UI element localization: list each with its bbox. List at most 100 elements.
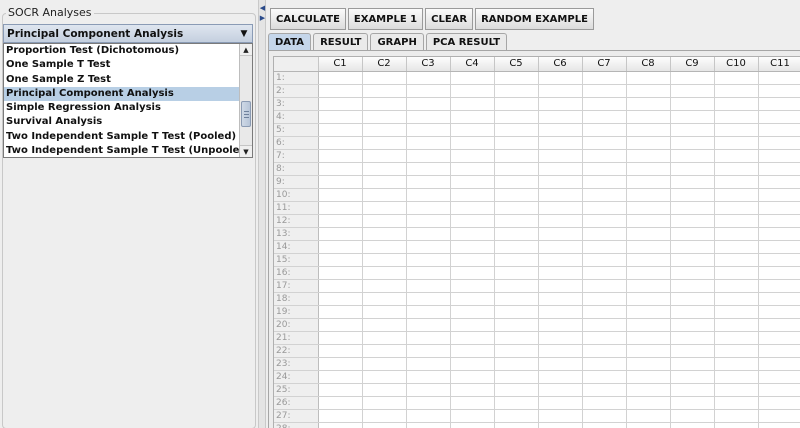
table-cell[interactable] <box>670 344 715 358</box>
table-cell[interactable] <box>318 422 363 428</box>
arrow-down-icon[interactable]: ▼ <box>240 145 252 157</box>
table-cell[interactable] <box>582 240 627 254</box>
table-cell[interactable] <box>626 136 671 150</box>
table-cell[interactable] <box>362 149 407 163</box>
table-cell[interactable] <box>362 162 407 176</box>
table-cell[interactable] <box>582 292 627 306</box>
table-cell[interactable] <box>714 344 759 358</box>
table-cell[interactable] <box>714 123 759 137</box>
table-cell[interactable] <box>406 188 451 202</box>
table-cell[interactable] <box>362 422 407 428</box>
table-cell[interactable] <box>670 253 715 267</box>
list-item-two-independent-sample-t-test-unpooled[interactable]: Two Independent Sample T Test (Unpooled) <box>4 144 239 157</box>
table-cell[interactable] <box>714 383 759 397</box>
table-cell[interactable] <box>494 409 539 423</box>
table-cell[interactable] <box>670 175 715 189</box>
table-cell[interactable] <box>318 305 363 319</box>
table-cell[interactable] <box>362 227 407 241</box>
table-cell[interactable] <box>538 240 583 254</box>
table-cell[interactable] <box>626 175 671 189</box>
table-cell[interactable] <box>670 370 715 384</box>
table-cell[interactable] <box>670 292 715 306</box>
table-cell[interactable] <box>362 370 407 384</box>
table-cell[interactable] <box>714 331 759 345</box>
table-cell[interactable] <box>362 175 407 189</box>
table-cell[interactable] <box>318 279 363 293</box>
table-cell[interactable] <box>714 370 759 384</box>
table-cell[interactable] <box>494 344 539 358</box>
table-cell[interactable] <box>450 396 495 410</box>
table-cell[interactable] <box>714 214 759 228</box>
arrow-up-icon[interactable]: ▲ <box>240 44 252 56</box>
table-cell[interactable] <box>714 279 759 293</box>
table-cell[interactable] <box>450 409 495 423</box>
table-cell[interactable] <box>494 136 539 150</box>
table-cell[interactable] <box>406 370 451 384</box>
table-cell[interactable] <box>538 409 583 423</box>
table-cell[interactable] <box>362 201 407 215</box>
table-cell[interactable] <box>626 214 671 228</box>
table-cell[interactable] <box>758 253 800 267</box>
list-item-one-sample-t-test[interactable]: One Sample T Test <box>4 58 239 72</box>
table-cell[interactable] <box>538 175 583 189</box>
table-cell[interactable] <box>538 188 583 202</box>
table-cell[interactable] <box>758 370 800 384</box>
table-cell[interactable] <box>406 136 451 150</box>
table-cell[interactable] <box>450 331 495 345</box>
table-cell[interactable] <box>494 149 539 163</box>
table-cell[interactable] <box>494 422 539 428</box>
table-cell[interactable] <box>758 214 800 228</box>
table-cell[interactable] <box>494 97 539 111</box>
table-cell[interactable] <box>626 383 671 397</box>
table-cell[interactable] <box>670 149 715 163</box>
table-cell[interactable] <box>582 266 627 280</box>
table-cell[interactable] <box>406 97 451 111</box>
table-cell[interactable] <box>494 370 539 384</box>
table-cell[interactable] <box>406 318 451 332</box>
table-cell[interactable] <box>494 396 539 410</box>
table-cell[interactable] <box>538 214 583 228</box>
table-cell[interactable] <box>362 318 407 332</box>
table-cell[interactable] <box>494 240 539 254</box>
table-cell[interactable] <box>670 227 715 241</box>
table-cell[interactable] <box>670 279 715 293</box>
column-header[interactable]: C9 <box>670 57 715 72</box>
column-header[interactable]: C6 <box>538 57 583 72</box>
table-cell[interactable] <box>714 110 759 124</box>
table-cell[interactable] <box>626 370 671 384</box>
table-cell[interactable] <box>670 357 715 371</box>
list-item-simple-regression-analysis[interactable]: Simple Regression Analysis <box>4 101 239 115</box>
table-cell[interactable] <box>670 266 715 280</box>
table-cell[interactable] <box>318 149 363 163</box>
table-cell[interactable] <box>714 318 759 332</box>
table-cell[interactable] <box>450 318 495 332</box>
table-cell[interactable] <box>626 344 671 358</box>
table-cell[interactable] <box>626 318 671 332</box>
table-cell[interactable] <box>670 422 715 428</box>
table-cell[interactable] <box>406 357 451 371</box>
table-cell[interactable] <box>450 370 495 384</box>
table-cell[interactable] <box>450 201 495 215</box>
table-cell[interactable] <box>406 279 451 293</box>
table-cell[interactable] <box>670 383 715 397</box>
table-cell[interactable] <box>406 292 451 306</box>
table-cell[interactable] <box>494 110 539 124</box>
table-cell[interactable] <box>362 279 407 293</box>
table-cell[interactable] <box>670 123 715 137</box>
table-cell[interactable] <box>494 383 539 397</box>
table-cell[interactable] <box>714 253 759 267</box>
table-cell[interactable] <box>758 240 800 254</box>
table-cell[interactable] <box>714 292 759 306</box>
table-cell[interactable] <box>758 84 800 98</box>
table-cell[interactable] <box>626 84 671 98</box>
table-cell[interactable] <box>626 409 671 423</box>
table-cell[interactable] <box>450 123 495 137</box>
table-cell[interactable] <box>758 227 800 241</box>
table-cell[interactable] <box>670 110 715 124</box>
table-cell[interactable] <box>494 175 539 189</box>
list-item-survival-analysis[interactable]: Survival Analysis <box>4 115 239 129</box>
table-cell[interactable] <box>494 357 539 371</box>
table-cell[interactable] <box>318 188 363 202</box>
table-cell[interactable] <box>362 396 407 410</box>
table-cell[interactable] <box>406 409 451 423</box>
